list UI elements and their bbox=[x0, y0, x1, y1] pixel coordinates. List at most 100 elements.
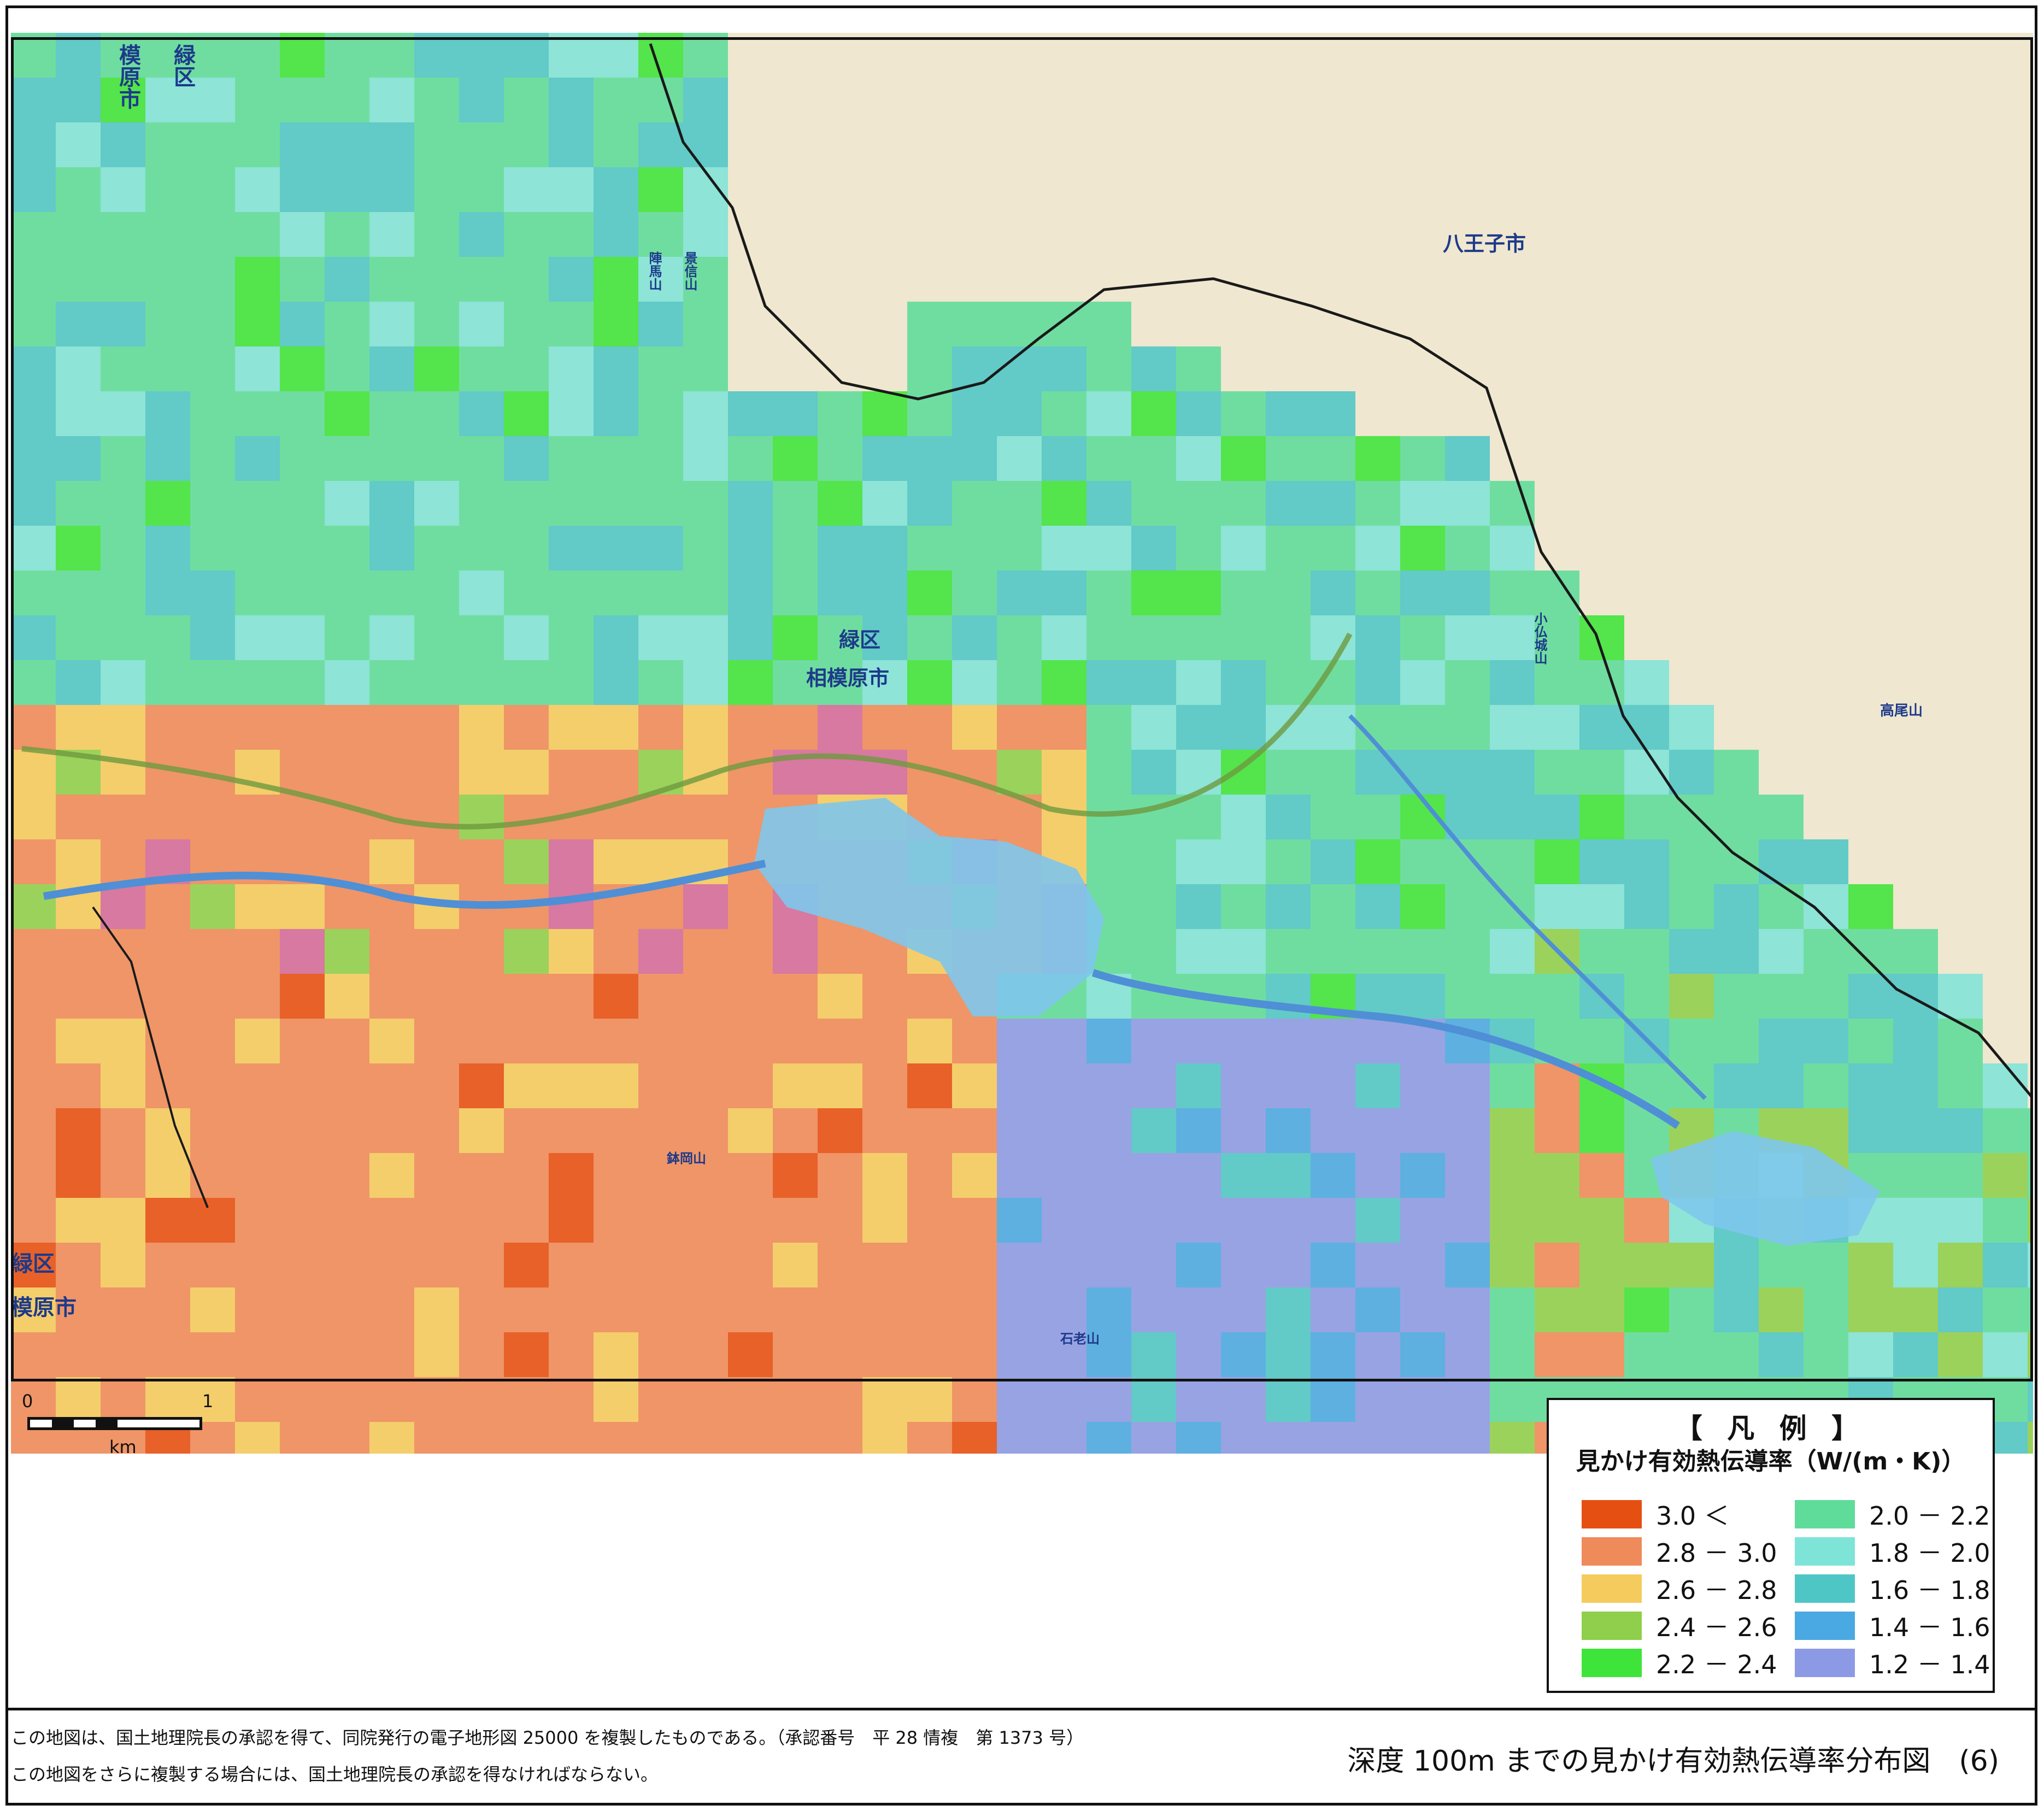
grid-cell bbox=[952, 1198, 997, 1243]
grid-cell bbox=[1848, 884, 1893, 929]
grid-cell bbox=[1669, 1019, 1714, 1063]
grid-cell bbox=[1221, 1422, 1266, 1454]
grid-cell bbox=[683, 615, 728, 660]
grid-cell bbox=[325, 1019, 369, 1063]
footer: この地図は、国土地理院長の承認を得て、同院発行の電子地形図 25000 を複製し… bbox=[5, 1708, 2037, 1806]
grid-cell bbox=[1400, 1198, 1445, 1243]
grid-cell bbox=[997, 1377, 1042, 1422]
grid-cell bbox=[1311, 1422, 1355, 1454]
grid-cell bbox=[504, 839, 549, 884]
grid-cell bbox=[1311, 705, 1355, 750]
grid-cell bbox=[235, 167, 280, 212]
grid-cell bbox=[145, 884, 190, 929]
grid-cell bbox=[862, 1153, 907, 1198]
grid-cell bbox=[1086, 436, 1131, 481]
map-area[interactable]: 八王子市 緑区 相模原市 緑区 模原市 緑区 模原市 高尾山 陣馬山 景信山 小… bbox=[11, 33, 2033, 1454]
grid-cell bbox=[504, 302, 549, 346]
grid-cell bbox=[907, 1198, 952, 1243]
grid-cell bbox=[1445, 1332, 1490, 1377]
grid-cell bbox=[280, 884, 325, 929]
grid-cell bbox=[1579, 705, 1624, 750]
grid-cell bbox=[504, 212, 549, 257]
grid-cell bbox=[1535, 1243, 1579, 1287]
grid-cell bbox=[997, 1198, 1042, 1243]
grid-cell bbox=[773, 1108, 818, 1153]
grid-cell bbox=[369, 839, 414, 884]
grid-cell bbox=[1714, 1063, 1759, 1108]
grid-cell bbox=[549, 1422, 594, 1454]
grid-cell bbox=[56, 929, 101, 974]
grid-cell bbox=[459, 1063, 504, 1108]
grid-cell bbox=[1355, 929, 1400, 974]
grid-cell bbox=[1221, 1287, 1266, 1332]
grid-cell bbox=[952, 1019, 997, 1063]
grid-cell bbox=[1355, 750, 1400, 795]
grid-cell bbox=[325, 212, 369, 257]
grid-cell bbox=[907, 571, 952, 615]
grid-cell bbox=[56, 795, 101, 839]
grid-cell bbox=[235, 78, 280, 122]
grid-cell bbox=[56, 212, 101, 257]
grid-cell bbox=[235, 571, 280, 615]
grid-cell bbox=[1221, 1198, 1266, 1243]
grid-cell bbox=[414, 571, 459, 615]
grid-cell bbox=[1983, 1198, 2028, 1243]
grid-cell bbox=[1176, 1377, 1221, 1422]
grid-cell bbox=[907, 481, 952, 526]
grid-cell bbox=[1266, 795, 1311, 839]
grid-cell bbox=[1490, 481, 1535, 526]
grid-cell bbox=[1042, 1377, 1086, 1422]
grid-cell bbox=[56, 1153, 101, 1198]
grid-cell bbox=[594, 1108, 638, 1153]
heat-conductivity-map[interactable] bbox=[11, 33, 2033, 1454]
grid-cell bbox=[1086, 302, 1131, 346]
grid-cell bbox=[1804, 1243, 1848, 1287]
grid-cell bbox=[1445, 839, 1490, 884]
grid-cell bbox=[1266, 1377, 1311, 1422]
legend: 【 凡 例 】 見かけ有効熱伝導率（W/(m・K)） 3.0 ＜ 2.8 － 3… bbox=[1547, 1398, 1995, 1693]
grid-cell bbox=[1848, 929, 1893, 974]
grid-cell bbox=[773, 1198, 818, 1243]
grid-cell bbox=[773, 1377, 818, 1422]
grid-cell bbox=[862, 1332, 907, 1377]
grid-cell bbox=[1848, 1019, 1893, 1063]
grid-cell bbox=[56, 122, 101, 167]
grid-cell bbox=[818, 929, 862, 974]
grid-cell bbox=[325, 615, 369, 660]
grid-cell bbox=[1131, 974, 1176, 1019]
grid-cell bbox=[1445, 481, 1490, 526]
grid-cell bbox=[594, 391, 638, 436]
grid-cell bbox=[907, 302, 952, 346]
grid-cell bbox=[1311, 884, 1355, 929]
legend-title: 【 凡 例 】 bbox=[1675, 1413, 1867, 1444]
grid-cell bbox=[145, 122, 190, 167]
grid-cell bbox=[1042, 1153, 1086, 1198]
grid-cell bbox=[594, 481, 638, 526]
grid-cell bbox=[683, 391, 728, 436]
grid-cell bbox=[1579, 929, 1624, 974]
grid-cell bbox=[1624, 1287, 1669, 1332]
grid-cell bbox=[818, 571, 862, 615]
grid-cell bbox=[11, 481, 56, 526]
grid-cell bbox=[1400, 705, 1445, 750]
grid-cell bbox=[2028, 1108, 2033, 1153]
grid-cell bbox=[101, 615, 145, 660]
grid-cell bbox=[145, 391, 190, 436]
grid-cell bbox=[280, 1019, 325, 1063]
grid-cell bbox=[1042, 526, 1086, 571]
grid-cell bbox=[280, 750, 325, 795]
grid-cell bbox=[1490, 705, 1535, 750]
grid-cell bbox=[1624, 1243, 1669, 1287]
grid-cell bbox=[101, 705, 145, 750]
grid-cell bbox=[683, 1019, 728, 1063]
grid-cell bbox=[2028, 1287, 2033, 1332]
grid-cell bbox=[862, 974, 907, 1019]
grid-cell bbox=[325, 122, 369, 167]
grid-cell bbox=[907, 526, 952, 571]
grid-cell bbox=[145, 526, 190, 571]
grid-cell bbox=[818, 1422, 862, 1454]
grid-cell bbox=[235, 33, 280, 78]
grid-cell bbox=[549, 571, 594, 615]
grid-cell bbox=[145, 1243, 190, 1287]
grid-cell bbox=[101, 1332, 145, 1377]
